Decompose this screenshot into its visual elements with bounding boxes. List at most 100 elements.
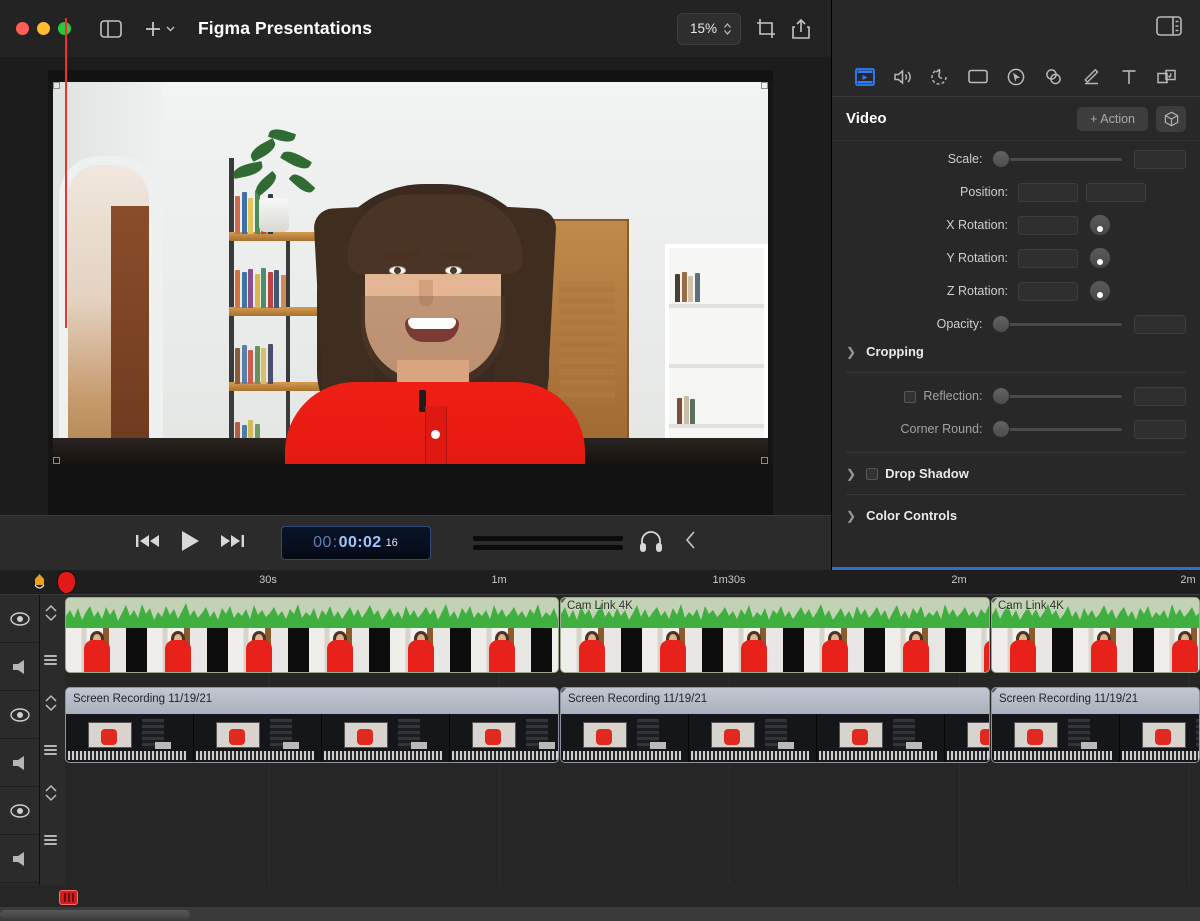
skimmer-icon[interactable] bbox=[33, 574, 46, 590]
skip-forward-icon[interactable] bbox=[219, 532, 245, 555]
3d-cube-icon[interactable] bbox=[1156, 105, 1186, 132]
crop-icon[interactable] bbox=[755, 18, 777, 40]
opacity-label: Opacity: bbox=[936, 317, 983, 331]
color-controls-disclosure[interactable]: ❯ Color Controls bbox=[832, 503, 1200, 528]
color-controls-label: Color Controls bbox=[866, 508, 958, 523]
track-audio-2[interactable] bbox=[0, 739, 39, 787]
close-button[interactable] bbox=[16, 22, 29, 35]
audio-tab[interactable] bbox=[884, 63, 922, 91]
track-expand-2[interactable] bbox=[43, 693, 59, 713]
track-drag-handle-3[interactable] bbox=[44, 835, 57, 845]
track-drag-handle-2[interactable] bbox=[44, 745, 57, 755]
ruler-tick-1: 1m bbox=[491, 574, 507, 586]
zoom-stepper[interactable]: 15% bbox=[676, 12, 741, 45]
scale-slider[interactable] bbox=[992, 150, 1123, 168]
horizontal-scrollbar[interactable] bbox=[0, 907, 1200, 921]
drop-shadow-disclosure[interactable]: ❯ Drop Shadow bbox=[832, 461, 1200, 486]
sidebar-icon[interactable] bbox=[98, 17, 124, 41]
add-menu[interactable] bbox=[144, 20, 176, 38]
table-row[interactable]: Screen Recording 11/19/21 bbox=[65, 687, 559, 763]
minimize-button[interactable] bbox=[37, 22, 50, 35]
corner-round-label: Corner Round: bbox=[900, 422, 983, 436]
crop-handle-tr[interactable] bbox=[761, 82, 768, 89]
zoom-stepper-arrows[interactable] bbox=[723, 22, 732, 36]
crop-handle-bl[interactable] bbox=[53, 457, 60, 464]
timecode-minsec: 00:02 bbox=[338, 534, 382, 551]
track-resize-column bbox=[40, 595, 65, 885]
opacity-slider[interactable] bbox=[992, 315, 1123, 333]
track-audio-3[interactable] bbox=[0, 835, 39, 883]
color-tab[interactable] bbox=[1035, 63, 1073, 91]
skip-back-icon[interactable] bbox=[135, 532, 161, 555]
opacity-value-field[interactable] bbox=[1134, 314, 1186, 334]
transport-bar: 00 : 00:02 16 bbox=[0, 515, 831, 570]
headphones-icon[interactable] bbox=[639, 530, 663, 557]
track-visibility-1[interactable] bbox=[0, 595, 39, 643]
generator-tab[interactable] bbox=[1148, 63, 1186, 91]
table-row[interactable]: Screen Recording 11/19/21 bbox=[991, 687, 1200, 763]
playhead-line[interactable] bbox=[65, 18, 67, 328]
video-tab[interactable] bbox=[846, 63, 884, 91]
corner-round-value-field[interactable] bbox=[1134, 419, 1186, 439]
property-position: Position: bbox=[832, 177, 1200, 207]
timecode-hours: 00 bbox=[313, 534, 332, 551]
track-expand-1[interactable] bbox=[43, 603, 59, 623]
info-tab[interactable] bbox=[959, 63, 997, 91]
z-rotation-dial[interactable] bbox=[1089, 280, 1111, 302]
crop-handle-tl[interactable] bbox=[53, 82, 60, 89]
y-rotation-field[interactable] bbox=[1018, 248, 1078, 268]
reflection-checkbox[interactable] bbox=[904, 390, 917, 403]
text-tab[interactable] bbox=[1110, 63, 1148, 91]
transform-tab[interactable] bbox=[997, 63, 1035, 91]
page-title: Figma Presentations bbox=[198, 18, 373, 38]
x-rotation-field[interactable] bbox=[1018, 215, 1078, 235]
reflection-label: Reflection: bbox=[832, 389, 992, 403]
share-icon[interactable] bbox=[791, 18, 811, 40]
reflection-value-field[interactable] bbox=[1134, 386, 1186, 406]
inspector-section-header: Video + Action bbox=[832, 97, 1200, 141]
inspector-title: Video bbox=[846, 110, 887, 127]
playhead-handle[interactable] bbox=[59, 890, 78, 905]
cropping-disclosure[interactable]: ❯ Cropping bbox=[832, 339, 1200, 364]
chevron-left-icon[interactable] bbox=[685, 530, 697, 556]
position-x-field[interactable] bbox=[1018, 182, 1078, 202]
retime-tab[interactable] bbox=[922, 63, 960, 91]
inspector-panel-icon[interactable] bbox=[1156, 16, 1182, 41]
z-rotation-field[interactable] bbox=[1018, 281, 1078, 301]
track-visibility-3[interactable] bbox=[0, 787, 39, 835]
drop-shadow-checkbox[interactable] bbox=[866, 467, 879, 480]
scrollbar-thumb[interactable] bbox=[0, 910, 190, 919]
scale-value-field[interactable] bbox=[1134, 149, 1186, 169]
timecode-sep: : bbox=[332, 534, 338, 551]
chevron-right-icon: ❯ bbox=[846, 508, 857, 523]
playhead-pin-icon[interactable] bbox=[58, 572, 75, 593]
track-audio-1[interactable] bbox=[0, 643, 39, 691]
timecode-display[interactable]: 00 : 00:02 16 bbox=[280, 526, 431, 560]
screen-filmstrip bbox=[66, 714, 558, 762]
video-filmstrip bbox=[992, 628, 1199, 672]
table-row[interactable] bbox=[65, 597, 559, 673]
corner-round-slider[interactable] bbox=[992, 420, 1123, 438]
cropping-label: Cropping bbox=[866, 344, 924, 359]
x-rotation-dial[interactable] bbox=[1089, 214, 1111, 236]
timeline-canvas[interactable]: Cam Link 4K Cam Link 4K Screen Recording… bbox=[65, 595, 1200, 885]
drop-shadow-label: Drop Shadow bbox=[885, 466, 969, 481]
timeline-ruler[interactable]: 30s 1m 1m30s 2m 2m bbox=[0, 570, 1200, 595]
table-row[interactable]: Screen Recording 11/19/21 bbox=[560, 687, 990, 763]
crop-handle-br[interactable] bbox=[761, 457, 768, 464]
reflection-slider[interactable] bbox=[992, 387, 1123, 405]
video-preview[interactable] bbox=[48, 70, 773, 515]
play-icon[interactable] bbox=[179, 529, 201, 558]
viewer-area bbox=[0, 57, 831, 515]
mask-tab[interactable] bbox=[1073, 63, 1111, 91]
clip-label: Screen Recording 11/19/21 bbox=[999, 693, 1139, 705]
table-row[interactable]: Cam Link 4K bbox=[560, 597, 990, 673]
table-row[interactable]: Cam Link 4K bbox=[991, 597, 1200, 673]
add-action-button[interactable]: + Action bbox=[1077, 106, 1148, 131]
track-drag-handle-1[interactable] bbox=[44, 655, 57, 665]
y-rotation-dial[interactable] bbox=[1089, 247, 1111, 269]
track-visibility-2[interactable] bbox=[0, 691, 39, 739]
ruler-tick-4: 2m bbox=[1180, 574, 1196, 586]
track-expand-3[interactable] bbox=[43, 783, 59, 803]
position-y-field[interactable] bbox=[1086, 182, 1146, 202]
